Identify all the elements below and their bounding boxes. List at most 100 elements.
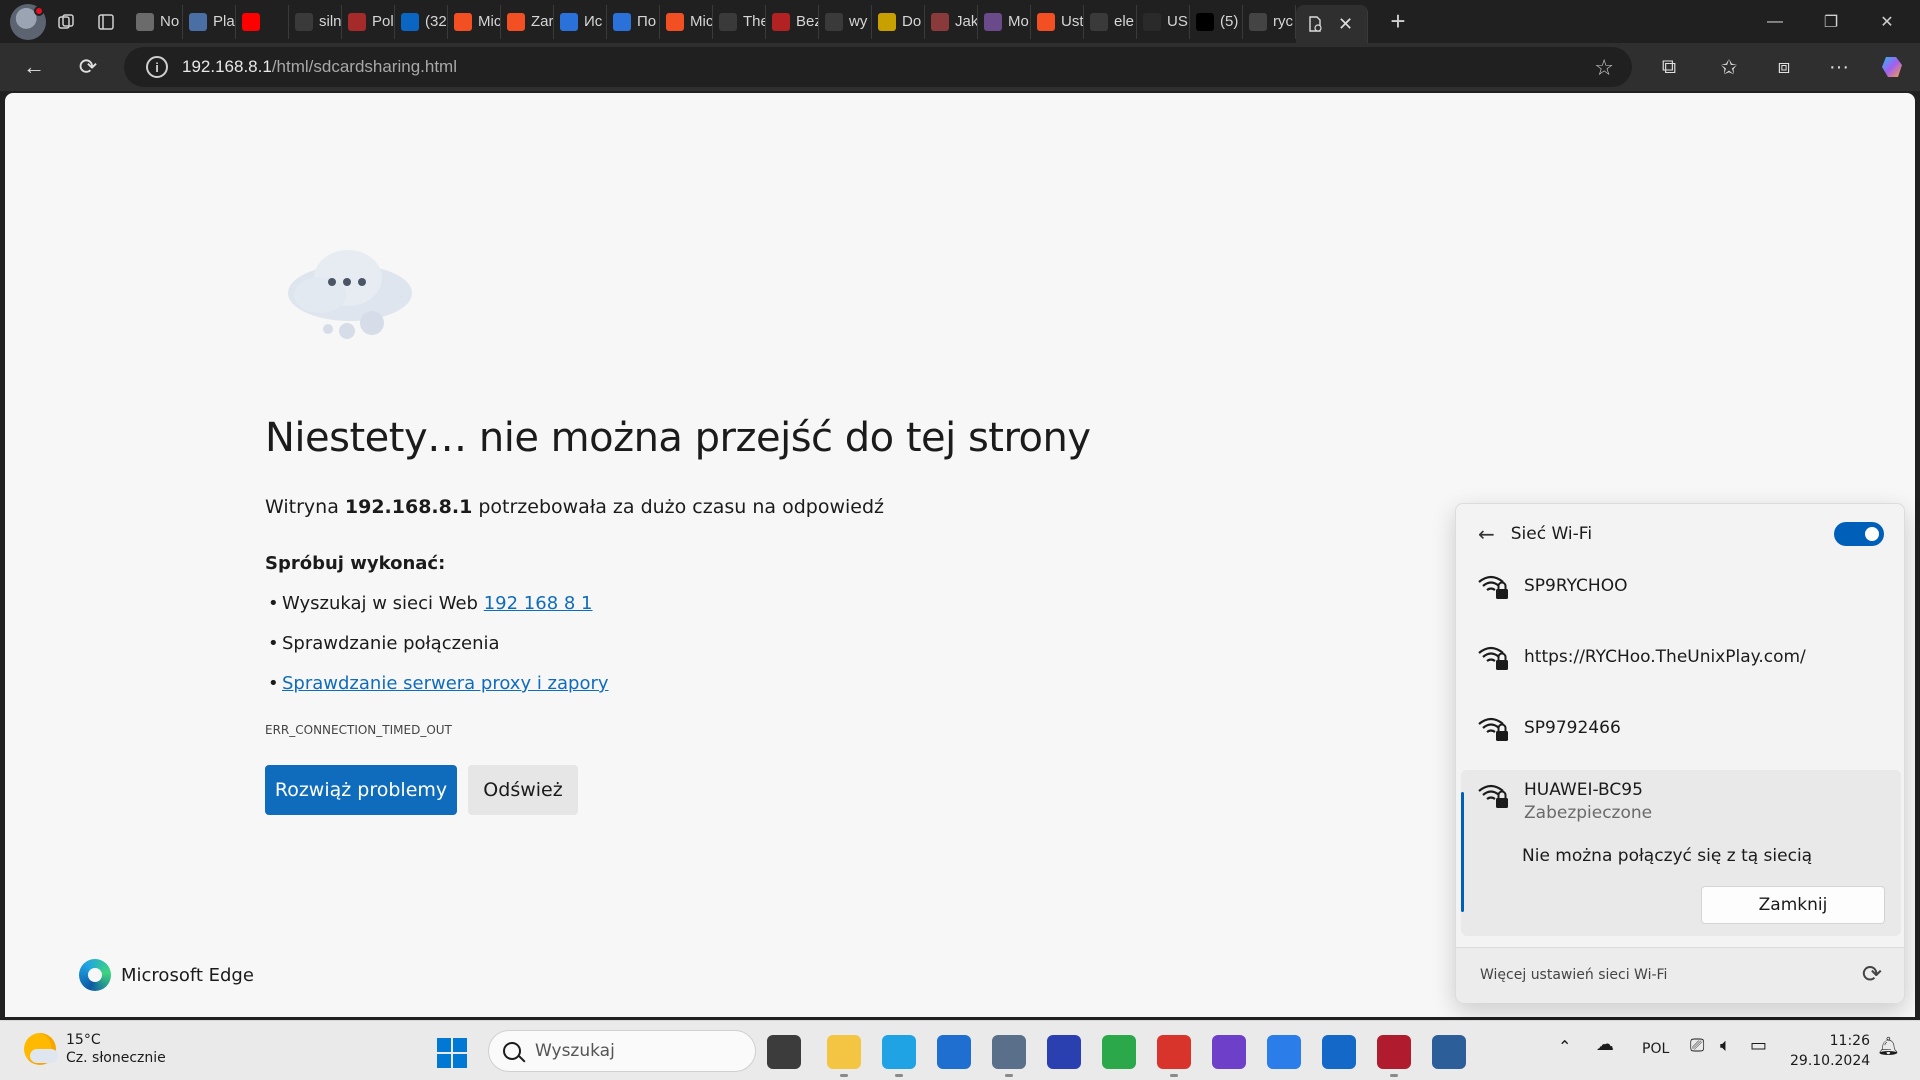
troubleshoot-button[interactable]: Rozwiąż problemy — [265, 765, 457, 815]
save-app-icon[interactable] — [1047, 1035, 1081, 1069]
tab-actions-icon[interactable] — [86, 4, 126, 40]
favorite-star-icon[interactable]: ☆ — [1594, 55, 1614, 81]
restore-icon[interactable]: ❐ — [1803, 0, 1859, 43]
back-arrow-icon[interactable]: ← — [1478, 522, 1495, 546]
tab[interactable]: (5) — [1190, 4, 1243, 39]
tab[interactable]: ele — [1084, 4, 1137, 39]
reload-icon[interactable]: ⟳ — [66, 47, 110, 87]
refresh-button[interactable]: Odśwież — [468, 765, 578, 815]
tab-active[interactable]: ✕ — [1296, 5, 1368, 43]
language-indicator[interactable]: POL — [1642, 1041, 1669, 1057]
show-hidden-icons[interactable]: ⌃ — [1558, 1037, 1571, 1056]
task-view-icon[interactable] — [767, 1035, 801, 1069]
system-clock[interactable]: 11:26 29.10.2024 — [1790, 1031, 1870, 1071]
collections-icon[interactable]: ⧈ — [1764, 47, 1804, 87]
close-button[interactable]: Zamknij — [1701, 886, 1885, 924]
tab[interactable]: Pol — [342, 4, 395, 39]
tab[interactable]: The — [713, 4, 766, 39]
workspaces-icon[interactable] — [46, 4, 86, 40]
wifi-toggle[interactable] — [1834, 522, 1884, 546]
address-bar[interactable]: i 192.168.8.1/html/sdcardsharing.html ☆ — [124, 47, 1632, 87]
favorites-icon[interactable]: ✩ — [1709, 47, 1749, 87]
site-info-icon[interactable]: i — [146, 56, 168, 78]
tab[interactable] — [236, 4, 289, 39]
tab[interactable]: ryc — [1243, 4, 1296, 39]
tab[interactable]: Ust — [1031, 4, 1084, 39]
network-icon[interactable]: ⎚ — [1690, 1035, 1704, 1056]
url-text[interactable]: 192.168.8.1/html/sdcardsharing.html — [182, 57, 457, 77]
tab-favicon-icon — [984, 12, 1002, 31]
search-web-link[interactable]: 192 168 8 1 — [484, 593, 593, 614]
selection-accent — [1461, 792, 1464, 912]
github-desktop-icon[interactable] — [1212, 1035, 1246, 1069]
tab[interactable]: siln — [289, 4, 342, 39]
tab-label: Mo — [1008, 13, 1029, 30]
d-app-icon[interactable] — [1377, 1035, 1411, 1069]
tab-favicon-icon — [613, 12, 631, 31]
suggestion-check-connection: Sprawdzanie połączenia — [268, 633, 500, 654]
tab-label: Ust — [1061, 13, 1084, 30]
start-button[interactable] — [437, 1038, 467, 1068]
battery-icon[interactable]: ▭ — [1750, 1035, 1767, 1056]
tab[interactable]: Иc — [554, 4, 607, 39]
tab[interactable]: Mo — [978, 4, 1031, 39]
back-icon[interactable]: ← — [12, 47, 56, 87]
red-app-icon[interactable] — [1157, 1035, 1191, 1069]
edge-icon[interactable] — [882, 1035, 916, 1069]
extensions-icon[interactable]: ⧉ — [1649, 47, 1689, 87]
weather-widget[interactable]: 15°C Cz. słonecznie — [24, 1031, 166, 1067]
tab[interactable]: Bez — [766, 4, 819, 39]
tab-favicon-icon — [931, 12, 949, 31]
shield-app-icon[interactable] — [1322, 1035, 1356, 1069]
check-proxy-link[interactable]: Sprawdzanie serwera proxy i zapory — [282, 673, 609, 694]
settings-icon[interactable] — [992, 1035, 1026, 1069]
tab-label: The — [743, 13, 765, 30]
more-menu-icon[interactable]: ··· — [1819, 47, 1859, 87]
tab[interactable]: Mic — [660, 4, 713, 39]
tab[interactable]: Mic — [448, 4, 501, 39]
notepad-icon[interactable] — [1267, 1035, 1301, 1069]
microsoft-store-icon[interactable] — [937, 1035, 971, 1069]
url-host: 192.168.8.1 — [182, 57, 272, 76]
network-item[interactable]: SP9RYCHOO — [1456, 556, 1904, 616]
network-item[interactable]: SP9792466 — [1456, 698, 1904, 758]
file-explorer-icon[interactable] — [827, 1035, 861, 1069]
notification-bell-icon[interactable]: 🔔︎ — [1877, 1036, 1900, 1057]
tab[interactable]: wy — [819, 4, 872, 39]
brand-label: Microsoft Edge — [121, 964, 254, 986]
globe-app-icon[interactable] — [1102, 1035, 1136, 1069]
more-wifi-settings-link[interactable]: Więcej ustawień sieci Wi-Fi — [1480, 967, 1667, 983]
refresh-networks-icon[interactable]: ⟳ — [1862, 960, 1882, 988]
tab-favicon-icon — [295, 12, 313, 31]
tab-label: Bez — [796, 13, 818, 30]
tab[interactable]: Pla — [183, 4, 236, 39]
page-error-icon — [1309, 16, 1322, 32]
copilot-icon[interactable] — [1874, 47, 1914, 87]
tab-favicon-icon — [1037, 12, 1055, 31]
tab[interactable]: US — [1137, 4, 1190, 39]
tab[interactable]: Do — [872, 4, 925, 39]
cloud-error-icon — [288, 250, 412, 339]
running-indicator — [895, 1074, 903, 1077]
close-tab-icon[interactable]: ✕ — [1338, 14, 1353, 35]
tab[interactable]: (32 — [395, 4, 448, 39]
taskbar-search[interactable]: Wyszukaj — [488, 1030, 756, 1072]
network-item[interactable]: https://RYCHoo.TheUnixPlay.com/ — [1456, 627, 1904, 687]
clock-time: 11:26 — [1829, 1033, 1870, 1049]
onedrive-icon[interactable]: ☁ — [1596, 1034, 1614, 1055]
new-tab-icon[interactable]: + — [1378, 4, 1418, 40]
error-title: Niestety… nie można przejść do tej stron… — [265, 415, 1091, 461]
selected-network-name: HUAWEI-BC95 — [1524, 780, 1643, 800]
virtualbox-icon[interactable] — [1432, 1035, 1466, 1069]
tab[interactable]: Zar — [501, 4, 554, 39]
volume-icon[interactable]: 🔈︎ — [1720, 1035, 1731, 1056]
network-item-selected[interactable]: HUAWEI-BC95 Zabezpieczone Nie można połą… — [1461, 770, 1901, 936]
close-window-icon[interactable]: ✕ — [1859, 0, 1915, 43]
tab[interactable]: По — [607, 4, 660, 39]
profile-avatar[interactable] — [10, 3, 46, 40]
tab[interactable]: Jak — [925, 4, 978, 39]
minimize-icon[interactable]: — — [1747, 0, 1803, 43]
error-subtitle: Witryna 192.168.8.1 potrzebowała za dużo… — [265, 496, 884, 518]
wifi-secured-icon — [1478, 784, 1508, 808]
tab[interactable]: No — [130, 4, 183, 39]
